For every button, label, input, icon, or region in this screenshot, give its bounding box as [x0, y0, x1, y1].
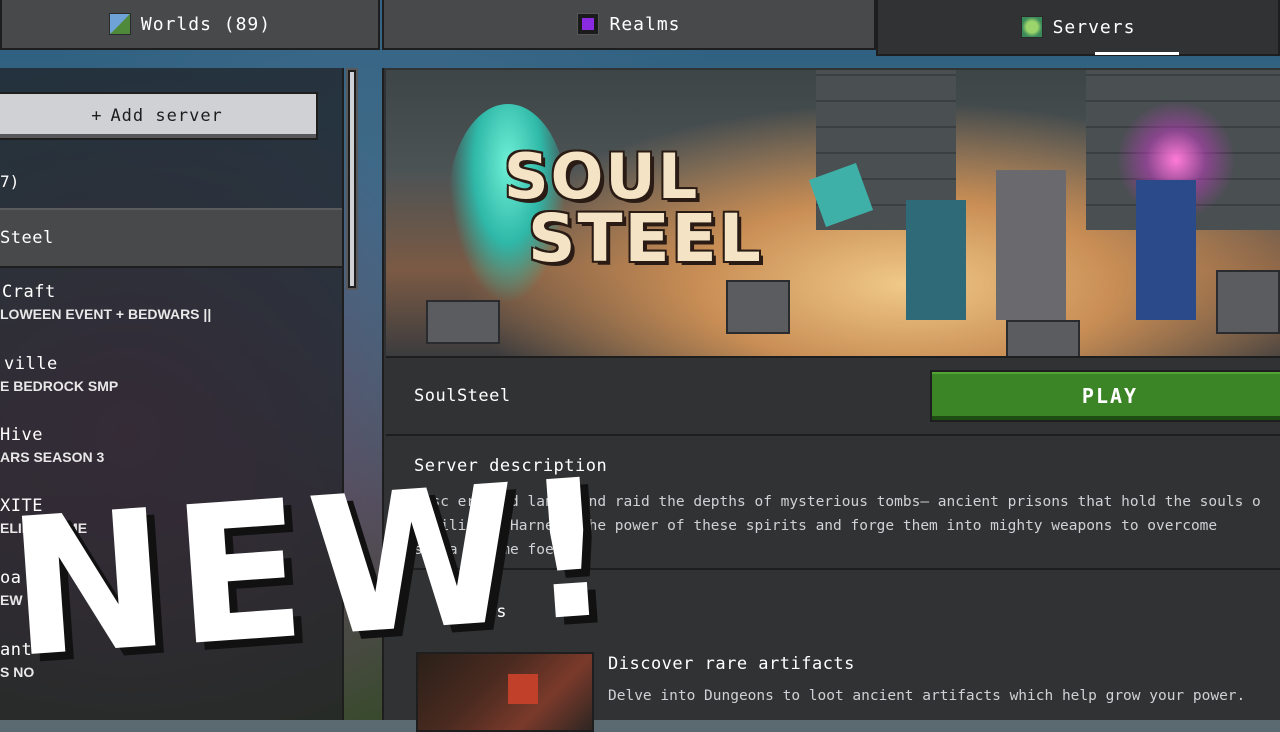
feature-description: Delve into Dungeons to loot ancient arti…: [608, 688, 1246, 704]
server-list-item[interactable]: Craft LOWEEN EVENT + BEDWARS ||: [0, 282, 342, 322]
add-server-label: Add server: [110, 106, 223, 126]
tab-realms[interactable]: Realms: [382, 0, 876, 50]
tab-worlds-label: Worlds (89): [140, 13, 272, 35]
server-title: SoulSteel: [414, 386, 511, 406]
scrollbar-thumb[interactable]: [350, 72, 354, 286]
server-motd: E BEDROCK SMP: [0, 378, 119, 394]
server-count-label: 7): [0, 172, 20, 191]
server-name: Hive: [0, 425, 43, 445]
server-list-item[interactable]: ville E BEDROCK SMP: [0, 354, 342, 394]
character-figure: [906, 200, 966, 320]
character-figure: [1136, 180, 1196, 320]
play-button[interactable]: PLAY: [930, 370, 1280, 422]
realm-icon: [577, 13, 600, 35]
plus-icon: +: [91, 106, 103, 126]
server-name-row: SoulSteel PLAY: [386, 356, 1280, 436]
server-list-item[interactable]: Steel: [0, 208, 342, 268]
selected-tab-underline: [1095, 52, 1179, 55]
server-motd: LOWEEN EVENT + BEDWARS ||: [0, 306, 212, 322]
server-banner-image: SOUL STEEL: [386, 70, 1280, 356]
server-name: ville: [4, 354, 58, 374]
server-globe-icon: [1020, 16, 1043, 38]
rubble: [1216, 270, 1280, 334]
new-overlay-text: NEW!: [1, 437, 625, 701]
rubble: [1006, 320, 1080, 356]
tab-servers-label: Servers: [1052, 16, 1136, 38]
rubble: [426, 300, 500, 344]
tab-worlds[interactable]: Worlds (89): [0, 0, 380, 50]
tab-servers[interactable]: Servers: [876, 0, 1280, 56]
world-icon: [108, 13, 131, 35]
feature-title: Discover rare artifacts: [608, 654, 855, 674]
server-name: Steel: [0, 228, 54, 248]
rubble: [726, 280, 790, 334]
tab-realms-label: Realms: [609, 13, 681, 35]
character-figure: [996, 170, 1066, 320]
server-name: Craft: [2, 282, 56, 302]
server-list-scrollbar[interactable]: [346, 68, 358, 290]
add-server-button[interactable]: + Add server: [0, 92, 318, 140]
top-tab-bar: Worlds (89) Realms Servers: [0, 0, 1280, 56]
banner-logo-line2: STEEL: [528, 200, 763, 277]
